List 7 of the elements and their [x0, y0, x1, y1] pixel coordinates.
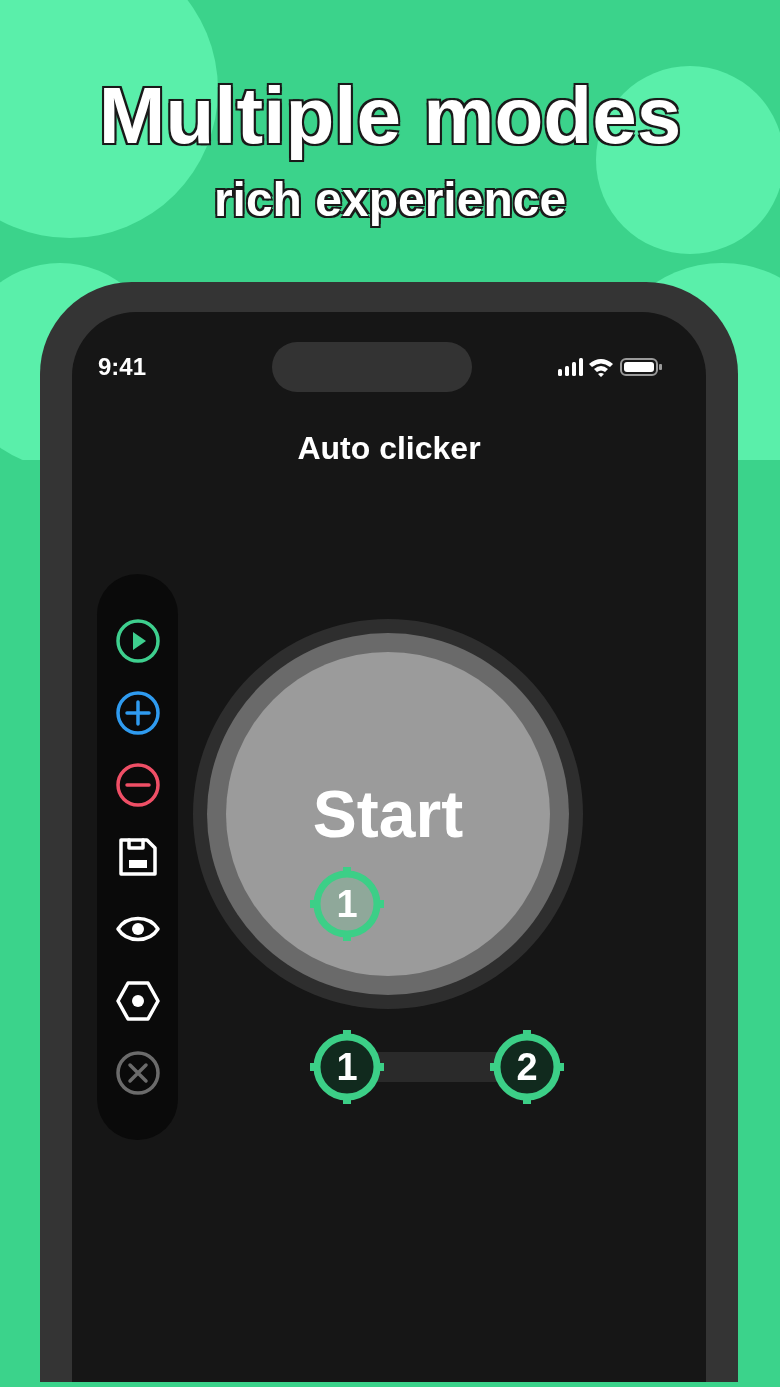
play-icon[interactable]	[114, 618, 161, 664]
screen-title: Auto clicker	[296, 432, 482, 464]
remove-icon[interactable]	[114, 762, 161, 808]
settings-icon[interactable]	[114, 978, 161, 1024]
add-icon[interactable]	[114, 690, 161, 736]
status-time: 9:41	[98, 352, 148, 382]
subheadline: rich experience	[213, 176, 567, 224]
